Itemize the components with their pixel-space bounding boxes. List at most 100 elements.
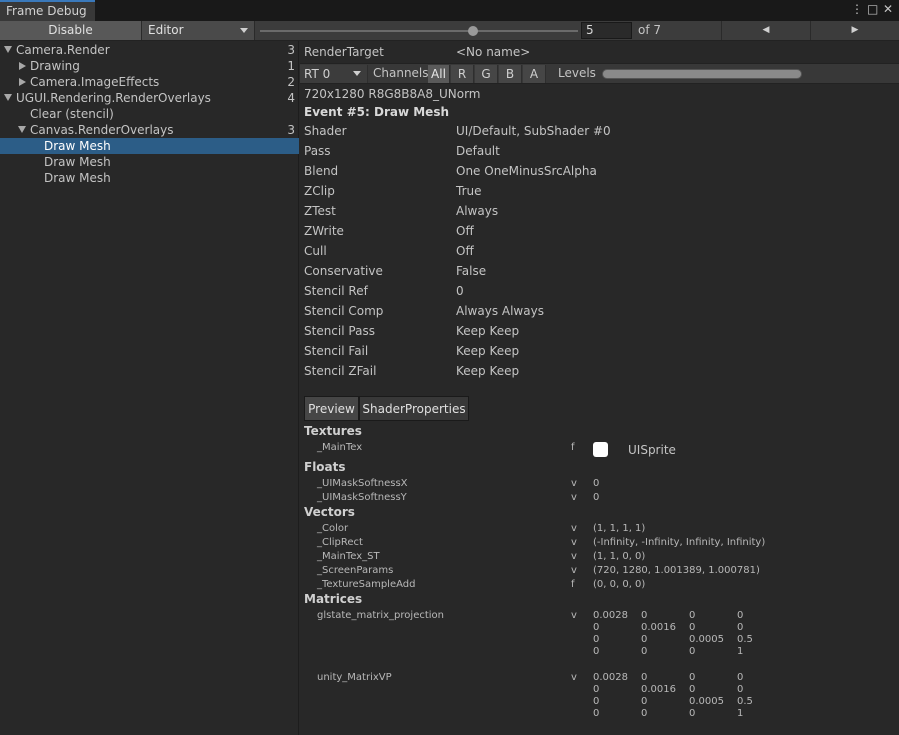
event-tree: Camera.Render 3 Drawing 1 Camera.ImageEf… xyxy=(0,41,299,735)
property-name: _UIMaskSoftnessY xyxy=(317,492,407,503)
matrix-cell: 0 xyxy=(737,622,744,633)
tree-item-ugui-renderoverlays[interactable]: UGUI.Rendering.RenderOverlays 4 xyxy=(0,90,299,106)
tree-item-count: 2 xyxy=(287,75,295,89)
tree-item-drawing[interactable]: Drawing 1 xyxy=(0,58,299,74)
rt-select-dropdown[interactable]: RT 0 xyxy=(300,65,368,83)
tab-frame-debug[interactable]: Frame Debug xyxy=(0,0,95,21)
tree-item-camera-imageeffects[interactable]: Camera.ImageEffects 2 xyxy=(0,74,299,90)
floats-heading: Floats xyxy=(304,460,346,474)
matrix-cell: 0 xyxy=(641,696,648,707)
matrix-cell: 0 xyxy=(689,684,696,695)
previous-frame-button[interactable]: ◀ xyxy=(721,21,810,40)
property-type: v xyxy=(571,565,577,576)
tree-item-canvas-renderoverlays[interactable]: Canvas.RenderOverlays 3 xyxy=(0,122,299,138)
maximize-icon[interactable]: □ xyxy=(867,2,878,16)
property-key: Conservative xyxy=(304,264,383,278)
property-value: (-Infinity, -Infinity, Infinity, Infinit… xyxy=(593,537,766,548)
matrix-cell: 0.0016 xyxy=(641,622,676,633)
vectors-heading: Vectors xyxy=(304,505,355,519)
property-value: One OneMinusSrcAlpha xyxy=(456,164,597,178)
more-options-icon[interactable]: ⋮ xyxy=(851,2,863,16)
matrix-cell: 0 xyxy=(641,646,648,657)
target-dropdown-label: Editor xyxy=(148,23,184,37)
matrix-cell: 0.0005 xyxy=(689,696,724,707)
property-key: Stencil Ref xyxy=(304,284,368,298)
previous-arrow-icon: ◀ xyxy=(762,25,770,35)
property-name: _MainTex xyxy=(317,442,363,453)
channel-b-button[interactable]: B xyxy=(499,65,522,83)
property-value: UI/Default, SubShader #0 xyxy=(456,124,611,138)
matrix-cell: 1 xyxy=(737,646,744,657)
property-value: Keep Keep xyxy=(456,344,520,358)
property-type: v xyxy=(571,492,577,503)
close-icon[interactable]: ✕ xyxy=(883,2,893,16)
matrix-name: glstate_matrix_projection xyxy=(317,610,444,621)
matrix-cell: 0 xyxy=(689,646,696,657)
texture-thumbnail[interactable] xyxy=(593,442,608,457)
textures-heading: Textures xyxy=(304,424,362,438)
matrix-cell: 0 xyxy=(689,672,696,683)
levels-label: Levels xyxy=(558,66,596,80)
fold-open-icon[interactable] xyxy=(18,126,26,133)
tree-item-label: Draw Mesh xyxy=(44,139,111,153)
channel-all-button[interactable]: All xyxy=(428,65,450,83)
fold-open-icon[interactable] xyxy=(4,94,12,101)
matrix-cell: 0.0028 xyxy=(593,610,628,621)
tab-preview[interactable]: Preview xyxy=(304,396,359,421)
property-value: Off xyxy=(456,224,474,238)
property-type: v xyxy=(571,478,577,489)
property-value: 0 xyxy=(456,284,464,298)
channels-label: Channels xyxy=(373,66,429,80)
channel-r-button[interactable]: R xyxy=(451,65,474,83)
frame-number-input[interactable]: 5 xyxy=(581,22,632,39)
target-dropdown[interactable]: Editor xyxy=(142,21,255,40)
matrix-cell: 1 xyxy=(737,708,744,719)
disable-button[interactable]: Disable xyxy=(0,21,142,40)
fold-closed-icon[interactable] xyxy=(19,62,26,70)
tree-item-draw-mesh[interactable]: Draw Mesh xyxy=(0,154,299,170)
property-value: (1, 1, 0, 0) xyxy=(593,551,646,562)
property-value: Always Always xyxy=(456,304,544,318)
channel-a-button[interactable]: A xyxy=(523,65,546,83)
matrix-cell: 0 xyxy=(737,684,744,695)
property-key: Pass xyxy=(304,144,331,158)
matrix-cell: 0 xyxy=(593,634,600,645)
tree-item-count: 3 xyxy=(287,43,295,57)
tree-item-draw-mesh-selected[interactable]: Draw Mesh xyxy=(0,138,299,154)
matrix-cell: 0 xyxy=(641,708,648,719)
matrix-cell: 0.0005 xyxy=(689,634,724,645)
matrix-cell: 0 xyxy=(689,610,696,621)
property-value: Off xyxy=(456,244,474,258)
matrix-name: unity_MatrixVP xyxy=(317,672,392,683)
matrices-heading: Matrices xyxy=(304,592,363,606)
tree-item-draw-mesh[interactable]: Draw Mesh xyxy=(0,170,299,186)
texture-format-text: 720x1280 R8G8B8A8_UNorm xyxy=(304,87,481,101)
tree-item-label: Drawing xyxy=(30,59,80,73)
render-target-value: <No name> xyxy=(456,45,531,59)
render-target-toolbar: RT 0 Channels All R G B A Levels xyxy=(300,63,899,84)
tree-item-label: Draw Mesh xyxy=(44,155,111,169)
property-type: v xyxy=(571,523,577,534)
levels-range-slider[interactable] xyxy=(602,69,802,79)
tree-item-camera-render[interactable]: Camera.Render 3 xyxy=(0,42,299,58)
matrix-cell: 0 xyxy=(689,708,696,719)
next-frame-button[interactable]: ▶ xyxy=(810,21,899,40)
matrix-cell: 0 xyxy=(593,622,600,633)
tab-shader-properties[interactable]: ShaderProperties xyxy=(359,396,469,421)
property-name: _Color xyxy=(317,523,349,534)
matrix-type: v xyxy=(571,672,577,683)
property-key: Blend xyxy=(304,164,339,178)
texture-name: UISprite xyxy=(628,443,676,457)
tree-item-clear-stencil[interactable]: Clear (stencil) xyxy=(0,106,299,122)
frame-slider[interactable] xyxy=(260,26,578,36)
fold-closed-icon[interactable] xyxy=(19,78,26,86)
property-value: (1, 1, 1, 1) xyxy=(593,523,646,534)
channel-g-button[interactable]: G xyxy=(475,65,498,83)
frame-slider-handle[interactable] xyxy=(468,26,479,36)
fold-open-icon[interactable] xyxy=(4,46,12,53)
property-key: Stencil Fail xyxy=(304,344,369,358)
matrix-cell: 0.0028 xyxy=(593,672,628,683)
property-type: v xyxy=(571,551,577,562)
event-detail-panel: RenderTarget <No name> RT 0 Channels All… xyxy=(300,41,899,735)
property-name: _ClipRect xyxy=(317,537,363,548)
